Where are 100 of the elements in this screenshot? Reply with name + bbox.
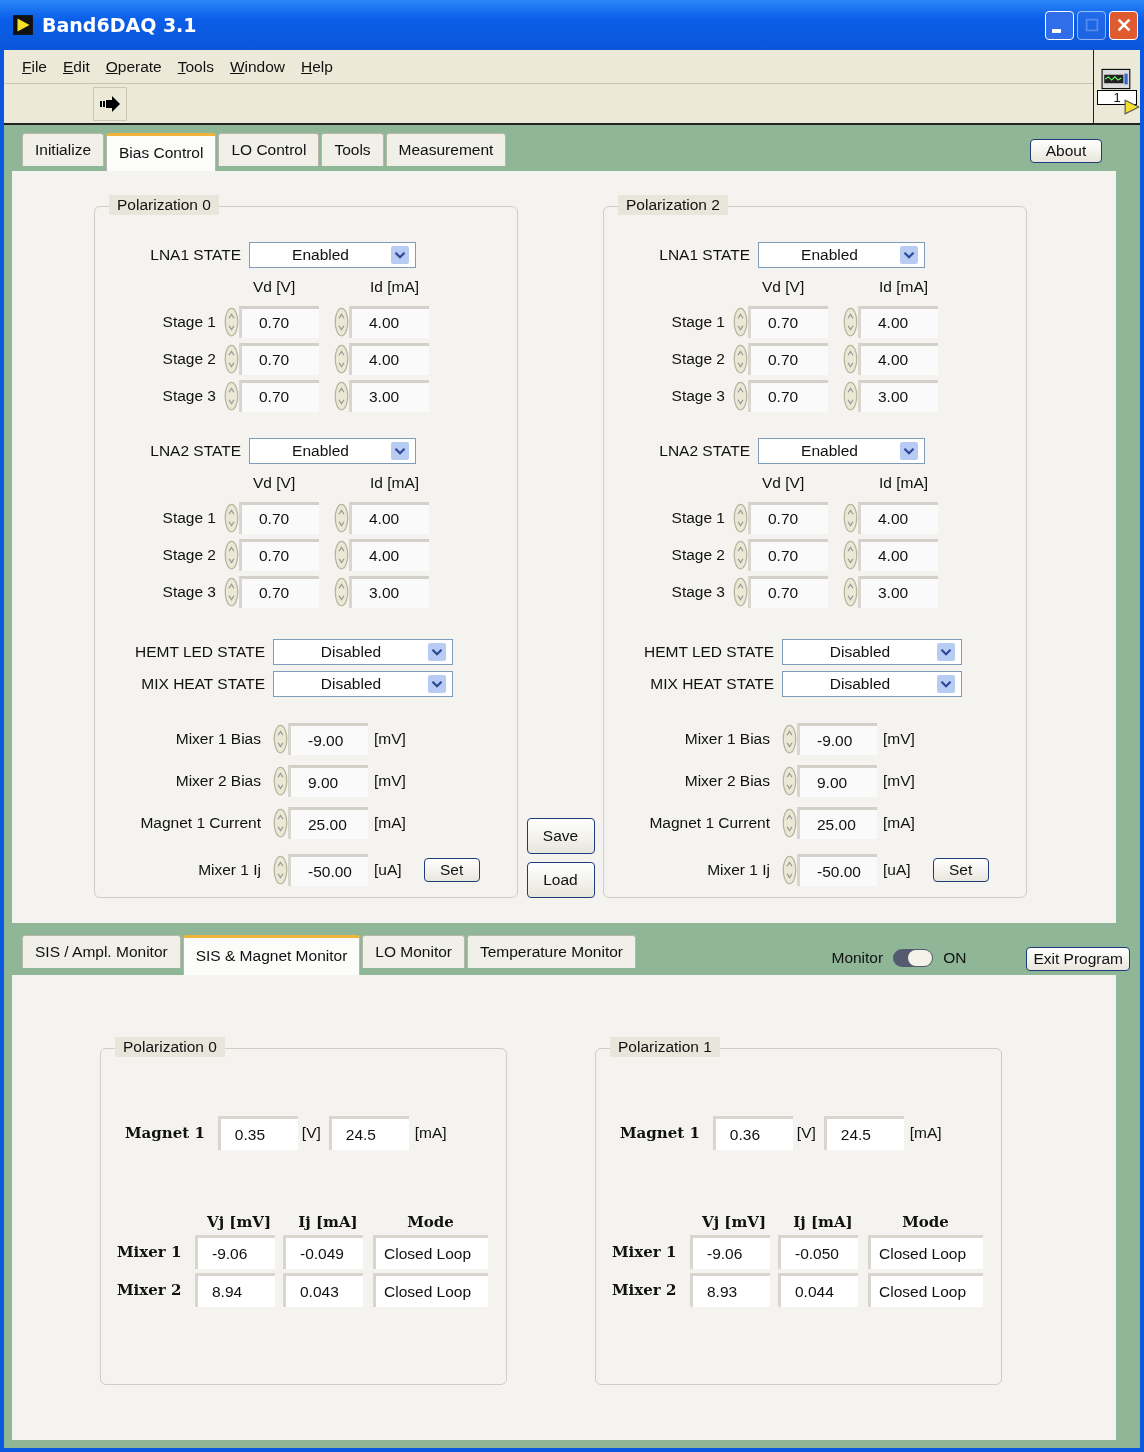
spinner-icon [843, 539, 858, 570]
state-dropdown[interactable]: Enabled [758, 242, 925, 268]
monitor-toggle[interactable] [893, 949, 934, 967]
readout-field: 8.93 [690, 1273, 770, 1307]
numeric-field[interactable]: 3.00 [858, 575, 938, 608]
field-label: HEMT LED STATE [642, 643, 774, 661]
numeric-field[interactable]: 4.00 [349, 501, 429, 534]
numeric-field[interactable]: 4.00 [858, 501, 938, 534]
menu-item[interactable]: Edit [63, 57, 90, 76]
unit-label: [mA] [883, 814, 915, 832]
file-button[interactable]: Save [526, 818, 595, 854]
numeric-field[interactable]: 4.00 [349, 342, 429, 375]
tab[interactable]: Bias Control [106, 133, 217, 171]
exit-button[interactable]: Exit Program [1026, 947, 1130, 971]
menu-item[interactable]: File [22, 57, 47, 76]
numeric-field[interactable]: 0.70 [239, 538, 319, 571]
numeric-field[interactable]: -50.00 [797, 854, 877, 886]
numeric-field[interactable]: 0.70 [748, 575, 828, 608]
vi-number: 1 [1097, 90, 1137, 105]
state-dropdown[interactable]: Disabled [273, 671, 453, 697]
numeric-field[interactable]: 0.70 [748, 379, 828, 412]
numeric-field[interactable]: 0.70 [748, 342, 828, 375]
state-dropdown[interactable]: Enabled [249, 242, 416, 268]
tab[interactable]: SIS & Magnet Monitor [182, 935, 361, 975]
numeric-field[interactable]: 0.70 [239, 379, 319, 412]
chevron-down-icon [391, 442, 409, 460]
run-button[interactable] [93, 86, 127, 121]
numeric-field[interactable]: 9.00 [288, 765, 368, 797]
set-button[interactable]: Set [932, 858, 989, 882]
numeric-field[interactable]: 4.00 [349, 305, 429, 338]
about-button[interactable]: About [1030, 139, 1102, 163]
menu-item[interactable]: Window [229, 57, 286, 76]
spinner-icon [273, 808, 288, 838]
numeric-field[interactable]: 0.70 [239, 342, 319, 375]
numeric-field[interactable]: 4.00 [858, 305, 938, 338]
tab[interactable]: Initialize [22, 133, 104, 166]
numeric-field[interactable]: 0.70 [239, 575, 319, 608]
group-title: Polarization 1 [610, 1037, 720, 1057]
numeric-field[interactable]: 25.00 [288, 807, 368, 839]
menu-item[interactable]: Tools [177, 57, 214, 76]
numeric-field[interactable]: 3.00 [349, 379, 429, 412]
state-dropdown[interactable]: Disabled [273, 639, 453, 665]
numeric-field[interactable]: 3.00 [349, 575, 429, 608]
numeric-field[interactable]: 3.00 [858, 379, 938, 412]
readout-field: -9.06 [195, 1235, 275, 1269]
numeric-field[interactable]: -50.00 [288, 854, 368, 886]
tab[interactable]: SIS / Ampl. Monitor [22, 935, 181, 968]
state-dropdown[interactable]: Enabled [249, 438, 416, 464]
field-label: MIX HEAT STATE [649, 675, 774, 693]
field-label: Mixer 1 Bias [683, 730, 770, 748]
column-header: Vj [mV] [701, 1213, 767, 1231]
numeric-field[interactable]: 4.00 [349, 538, 429, 571]
spinner-icon [224, 502, 239, 533]
state-dropdown[interactable]: Enabled [758, 438, 925, 464]
window-title: Band6DAQ 3.1 [42, 14, 197, 36]
column-header: Id [mA] [879, 473, 929, 492]
numeric-field[interactable]: 4.00 [858, 342, 938, 375]
tab[interactable]: LO Control [218, 133, 320, 166]
spinner-icon [733, 502, 748, 533]
tab[interactable]: Temperature Monitor [466, 935, 636, 968]
menu-item[interactable]: Operate [105, 57, 162, 76]
spinner-icon [843, 343, 858, 374]
field-label: LNA1 STATE [658, 246, 750, 264]
toggle-state: ON [943, 949, 967, 967]
maximize-button[interactable] [1077, 10, 1106, 40]
readout-field: Closed Loop [868, 1235, 983, 1269]
file-button[interactable]: Load [526, 862, 595, 898]
state-dropdown[interactable]: Disabled [782, 671, 962, 697]
state-dropdown[interactable]: Disabled [782, 639, 962, 665]
spinner-icon [843, 380, 858, 411]
menu-item[interactable]: Help [301, 57, 333, 76]
app-icon [12, 14, 34, 36]
numeric-field[interactable]: 25.00 [797, 807, 877, 839]
numeric-field[interactable]: 0.70 [748, 501, 828, 534]
numeric-field[interactable]: -9.00 [288, 723, 368, 755]
numeric-field[interactable]: 0.70 [239, 305, 319, 338]
chevron-down-icon [937, 643, 955, 661]
numeric-field[interactable]: 0.70 [239, 501, 319, 534]
set-button[interactable]: Set [423, 858, 480, 882]
numeric-field[interactable]: 9.00 [797, 765, 877, 797]
unit-label: [mA] [414, 1124, 447, 1142]
numeric-field[interactable]: 0.70 [748, 305, 828, 338]
field-label: Magnet 1 Current [648, 814, 770, 832]
numeric-field[interactable]: -9.00 [797, 723, 877, 755]
unit-label: [mV] [374, 772, 406, 790]
run-arrow-icon [98, 93, 122, 114]
tab[interactable]: LO Monitor [362, 935, 465, 968]
numeric-field[interactable]: 4.00 [858, 538, 938, 571]
tab[interactable]: Tools [321, 133, 384, 166]
minimize-button[interactable] [1045, 10, 1074, 40]
unit-label: [mA] [909, 1124, 942, 1142]
column-header: Vd [V] [253, 473, 296, 492]
numeric-field[interactable]: 0.70 [748, 538, 828, 571]
toggle-label: Monitor [831, 949, 884, 967]
close-button[interactable] [1109, 10, 1138, 40]
stage-label: Stage 1 [670, 312, 725, 331]
tab[interactable]: Measurement [385, 133, 507, 166]
spinner-icon [334, 343, 349, 374]
stage-label: Stage 3 [161, 386, 216, 405]
field-label: Mixer 2 Bias [683, 772, 770, 790]
